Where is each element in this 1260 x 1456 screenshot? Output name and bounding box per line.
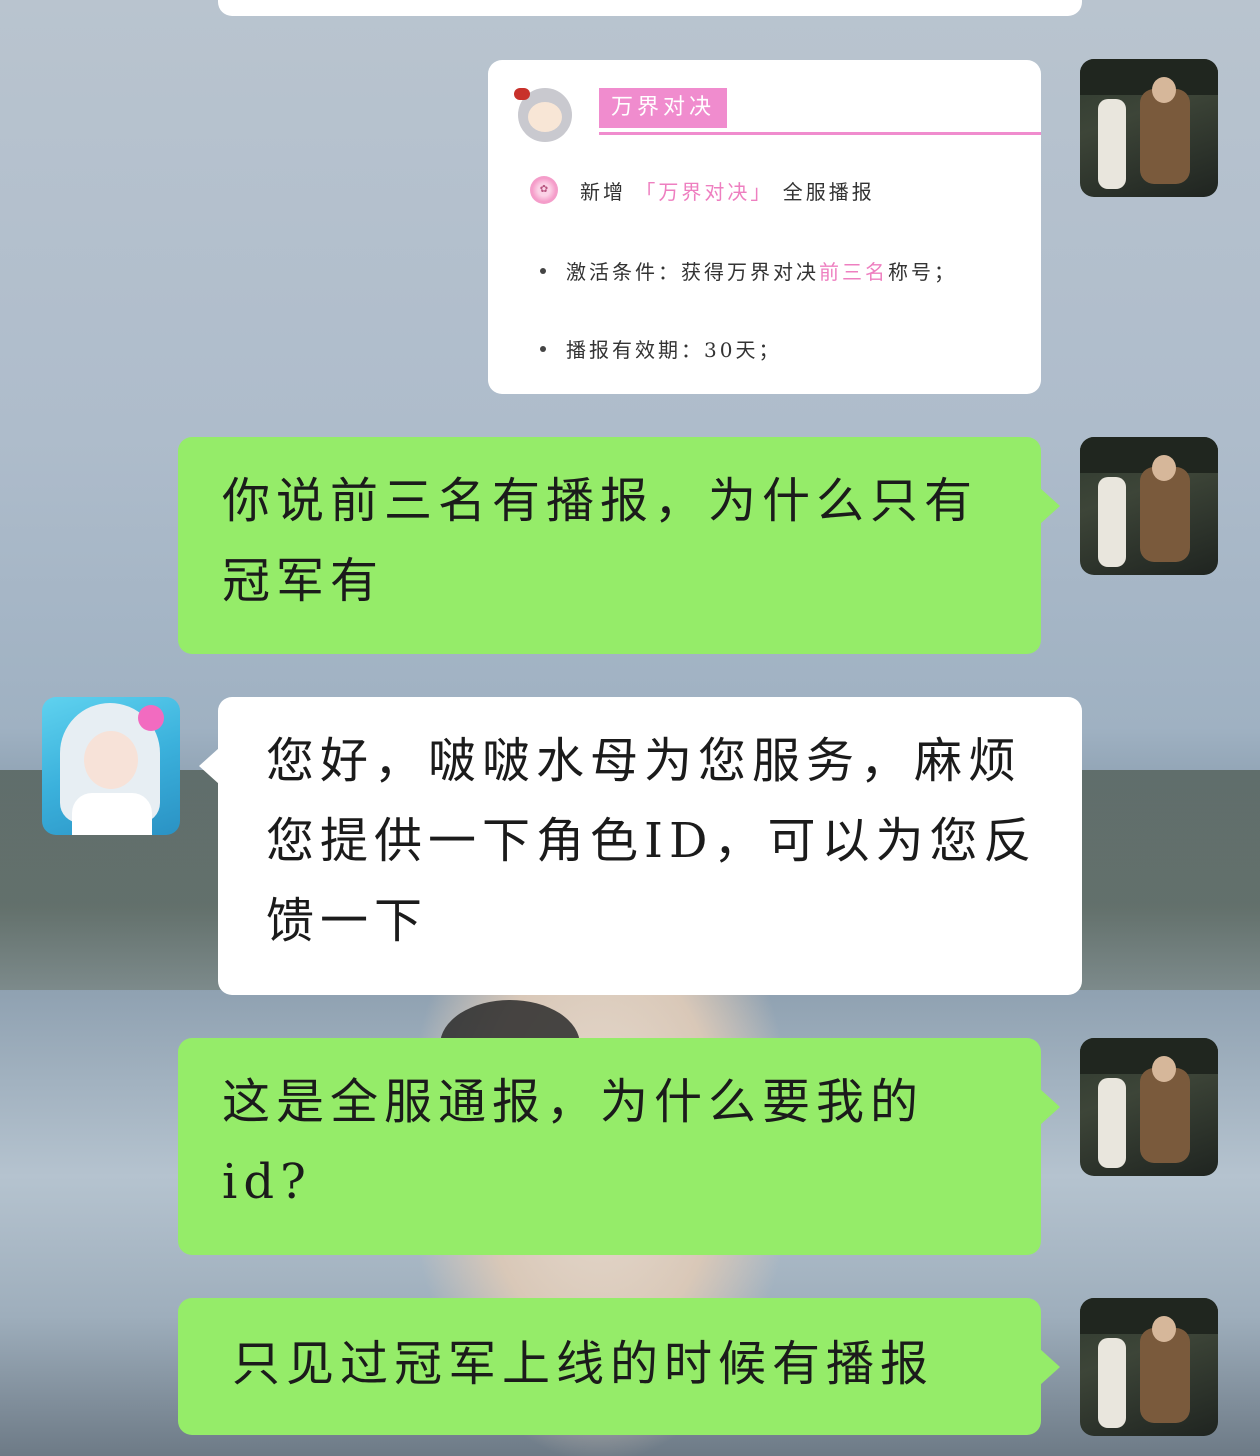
card-condition: 激活条件：获得万界对决前三名称号； — [566, 260, 957, 284]
user-avatar[interactable] — [1080, 59, 1218, 197]
card-new-line: 新增 「万界对决」 全服播报 — [580, 180, 875, 204]
outgoing-message[interactable]: 这是全服通报，为什么要我的id? — [178, 1038, 1041, 1255]
bullet — [540, 346, 546, 352]
bubble-tail — [1040, 1089, 1060, 1125]
sakura-icon: ✿ — [530, 176, 558, 204]
outgoing-message[interactable]: 你说前三名有播报，为什么只有冠军有 — [178, 437, 1041, 654]
assistant-avatar[interactable] — [42, 697, 180, 835]
outgoing-message[interactable]: 只见过冠军上线的时候有播报 — [178, 1298, 1041, 1435]
bubble-tail — [1040, 488, 1060, 524]
card-divider — [599, 132, 1041, 135]
previous-message-bubble[interactable] — [218, 0, 1082, 16]
card-validity: 播报有效期：30天； — [566, 338, 782, 362]
user-avatar[interactable] — [1080, 1298, 1218, 1436]
user-avatar[interactable] — [1080, 437, 1218, 575]
incoming-message[interactable]: 您好，啵啵水母为您服务，麻烦您提供一下角色ID，可以为您反馈一下 — [218, 697, 1082, 995]
bullet — [540, 268, 546, 274]
card-title: 万界对决 — [599, 88, 728, 128]
bubble-tail — [199, 748, 219, 784]
mascot-icon — [512, 82, 578, 148]
user-avatar[interactable] — [1080, 1038, 1218, 1176]
bubble-tail — [1040, 1349, 1060, 1385]
announcement-image-message[interactable]: 万界对决 ✿ 新增 「万界对决」 全服播报 激活条件：获得万界对决前三名称号； … — [488, 60, 1041, 394]
